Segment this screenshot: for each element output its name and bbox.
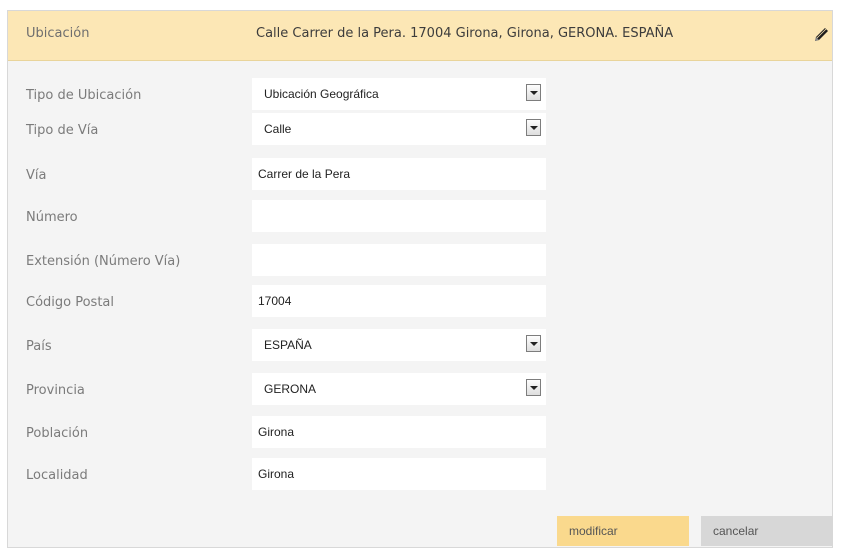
provincia-select[interactable]: GERONA — [252, 373, 546, 405]
pencil-icon[interactable] — [810, 24, 832, 46]
provincia-label: Provincia — [26, 383, 85, 398]
via-value: Carrer de la Pera — [258, 167, 351, 181]
tipo-ubicacion-label: Tipo de Ubicación — [26, 88, 142, 103]
localidad-value: Girona — [258, 467, 295, 481]
pais-label: País — [26, 339, 52, 354]
location-header-label: Ubicación — [26, 26, 90, 41]
localidad-input[interactable]: Girona — [252, 458, 546, 490]
chevron-down-icon[interactable] — [526, 84, 541, 101]
poblacion-input[interactable]: Girona — [252, 416, 546, 448]
numero-input[interactable] — [252, 200, 546, 232]
poblacion-label: Población — [26, 426, 89, 441]
codigo-postal-label: Código Postal — [26, 295, 115, 310]
numero-label: Número — [26, 210, 78, 225]
provincia-value: GERONA — [264, 382, 317, 396]
location-panel: Ubicación Calle Carrer de la Pera. 17004… — [7, 10, 833, 548]
chevron-down-icon[interactable] — [526, 335, 541, 352]
cancel-button[interactable]: cancelar — [701, 516, 833, 546]
via-label: Vía — [26, 168, 47, 183]
tipo-via-value: Calle — [264, 122, 292, 136]
via-input[interactable]: Carrer de la Pera — [252, 158, 546, 190]
extension-label: Extensión (Número Vía) — [26, 254, 181, 269]
location-summary: Calle Carrer de la Pera. 17004 Girona, G… — [256, 26, 674, 41]
chevron-down-icon[interactable] — [526, 379, 541, 396]
tipo-ubicacion-select[interactable]: Ubicación Geográfica — [252, 78, 546, 110]
pais-value: ESPAÑA — [264, 338, 312, 352]
chevron-down-icon[interactable] — [526, 119, 541, 136]
tipo-ubicacion-value: Ubicación Geográfica — [264, 87, 379, 101]
tipo-via-select[interactable]: Calle — [252, 113, 546, 145]
modify-button[interactable]: modificar — [557, 516, 689, 546]
codigo-postal-input[interactable]: 17004 — [252, 285, 546, 317]
tipo-via-label: Tipo de Vía — [26, 123, 99, 138]
location-header: Ubicación Calle Carrer de la Pera. 17004… — [8, 11, 832, 61]
localidad-label: Localidad — [26, 468, 88, 483]
pais-select[interactable]: ESPAÑA — [252, 329, 546, 361]
codigo-postal-value: 17004 — [258, 294, 292, 308]
poblacion-value: Girona — [258, 425, 295, 439]
extension-input[interactable] — [252, 244, 546, 276]
